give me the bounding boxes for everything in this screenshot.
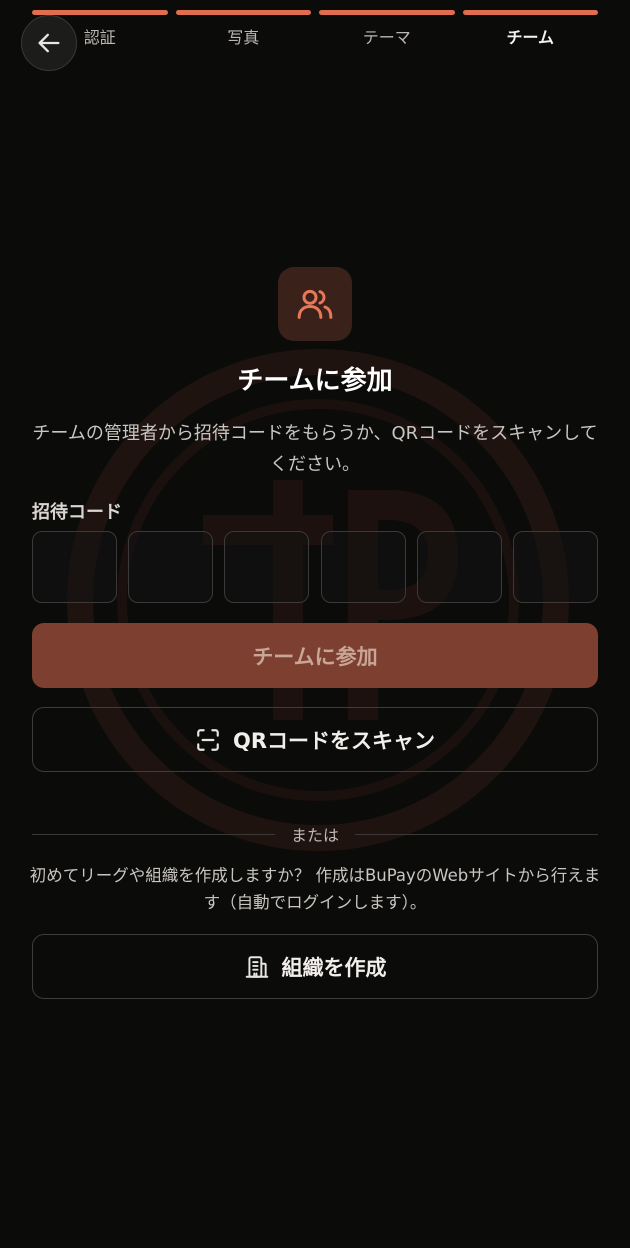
create-org-label: 組織を作成	[281, 955, 387, 980]
page-subtitle: チームの管理者から招待コードをもらうか、QRコードをスキャンしてください。	[32, 423, 598, 475]
arrow-left-icon	[38, 33, 60, 53]
users-icon	[297, 289, 333, 319]
code-digit-input[interactable]	[32, 531, 117, 603]
create-org-button[interactable]: 組織を作成	[32, 934, 598, 999]
step-team: チーム	[506, 28, 555, 47]
code-digit-input[interactable]	[320, 531, 406, 603]
progress-segment	[319, 10, 455, 15]
divider-line	[355, 833, 599, 835]
or-divider: または	[32, 822, 599, 846]
back-button[interactable]	[21, 15, 77, 71]
code-digit-input[interactable]	[128, 531, 214, 603]
progress-segment	[462, 10, 598, 15]
progress-bar	[32, 10, 598, 15]
divider-text: または	[291, 826, 340, 845]
step-theme: テーマ	[362, 28, 411, 47]
progress-segment	[175, 10, 311, 15]
scan-qr-button[interactable]: QRコードをスキャン	[32, 707, 598, 772]
join-team-button[interactable]: チームに参加	[32, 623, 598, 688]
invite-code-inputs	[32, 531, 598, 603]
create-org-info: 初めてリーグや組織を作成しますか？ 作成はBuPayのWebサイトから行えます（…	[29, 866, 601, 912]
page-title: チームに参加	[237, 366, 393, 396]
code-digit-input[interactable]	[512, 531, 598, 603]
divider-line	[32, 833, 275, 835]
scan-qr-label: QRコードをスキャン	[232, 728, 436, 753]
scan-icon	[197, 728, 219, 751]
code-digit-input[interactable]	[224, 531, 310, 603]
step-photo: 写真	[227, 28, 260, 47]
invite-code-label: 招待コード	[32, 502, 122, 523]
code-digit-input[interactable]	[416, 531, 502, 603]
team-icon-badge	[278, 267, 352, 341]
building-icon	[245, 955, 268, 978]
step-labels: 認証 写真 テーマ チーム	[28, 24, 602, 48]
